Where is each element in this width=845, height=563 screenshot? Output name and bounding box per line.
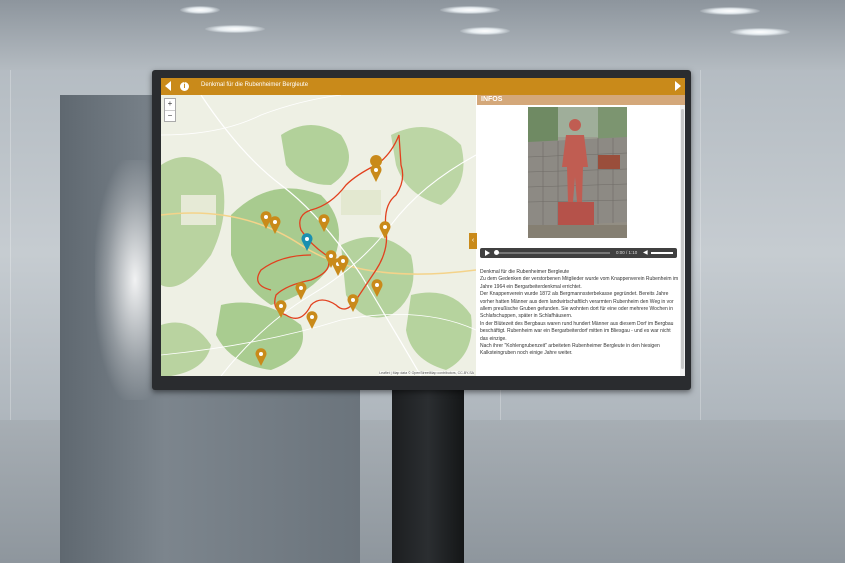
field-area (181, 195, 216, 225)
monitor-stand (392, 390, 464, 563)
ceiling-light (440, 6, 500, 14)
gallery-dots (573, 241, 585, 254)
photo-tree (598, 107, 627, 142)
photo-ground (528, 225, 627, 238)
nav-back-button[interactable] (165, 81, 171, 91)
map-marker-icon[interactable] (370, 164, 382, 182)
map-marker-icon[interactable] (337, 255, 349, 273)
info-icon[interactable]: i (180, 82, 189, 91)
map-marker-icon[interactable] (347, 294, 359, 312)
map-marker-icon-active[interactable] (301, 233, 313, 251)
monument-photo-art (528, 107, 627, 238)
zoom-in-button[interactable]: + (165, 99, 175, 110)
ceiling-light (460, 27, 510, 35)
title-bar: i Denkmal für die Rubenheimer Bergleute (161, 78, 685, 95)
map-marker-icon[interactable] (318, 214, 330, 232)
zoom-control: + − (164, 98, 176, 122)
map-marker-icon[interactable] (295, 282, 307, 300)
infos-paragraph: Zu dem Gedenken der verstorbenen Mitglie… (480, 276, 679, 290)
infos-paragraph: Denkmal für die Rubenheimer Bergleute (480, 269, 570, 275)
page-title: Denkmal für die Rubenheimer Bergleute (201, 82, 309, 88)
map-marker-icon[interactable] (379, 221, 391, 239)
map-canvas[interactable] (161, 95, 476, 376)
collapse-panel-button[interactable]: ‹ (469, 233, 477, 249)
audio-player: 0:00 / 1:10 ◀ (480, 248, 677, 258)
map-marker-icon[interactable] (371, 279, 383, 297)
audio-time: 0:00 / 1:10 (616, 250, 638, 255)
audio-progress-handle[interactable] (494, 250, 499, 255)
volume-slider[interactable] (651, 252, 673, 254)
infos-paragraph: Nach ihrer "Kohlengrubenzeit" arbeiteten… (480, 343, 660, 357)
infos-title: INFOS (481, 96, 503, 103)
audio-current-time: 0:00 (616, 250, 625, 255)
ceiling-light (205, 25, 265, 33)
field-area (341, 190, 381, 215)
infos-text: Denkmal für die Rubenheimer Bergleute Zu… (480, 269, 680, 358)
volume-icon[interactable]: ◀ (643, 250, 648, 256)
map-marker-icon[interactable] (255, 348, 267, 366)
play-icon[interactable] (485, 250, 490, 256)
ceiling-light (730, 28, 790, 36)
infos-scrollbar[interactable] (680, 105, 685, 376)
audio-duration: 1:10 (628, 250, 638, 255)
ceiling-light (180, 6, 220, 14)
map-marker-icon[interactable] (269, 216, 281, 234)
app-screen: i Denkmal für die Rubenheimer Bergleute (161, 78, 685, 376)
infos-scrollbar-thumb[interactable] (681, 109, 684, 369)
infos-header: INFOS (477, 95, 685, 105)
plaque (598, 155, 620, 169)
map[interactable]: + − Leaflet | Map data © OpenStreetMap c… (161, 95, 476, 376)
map-attribution[interactable]: Leaflet | Map data © OpenStreetMap contr… (379, 371, 474, 375)
monument-photo[interactable] (528, 107, 627, 238)
zoom-out-button[interactable]: − (165, 110, 175, 122)
ceiling-light (700, 7, 760, 15)
infos-paragraph: In der Blütezeit des Bergbaus waren rund… (480, 320, 674, 342)
audio-progress-bar[interactable] (495, 252, 610, 254)
infos-panel: INFOS 0:00 / 1:10 ◀ Denkmal für die Rube… (477, 95, 685, 376)
nav-forward-button[interactable] (675, 81, 681, 91)
map-marker-icon[interactable] (306, 311, 318, 329)
map-marker-icon[interactable] (275, 300, 287, 318)
pedestal (558, 202, 594, 227)
infos-paragraph: Der Knappenverein wurde 1872 als Bergman… (480, 291, 674, 320)
